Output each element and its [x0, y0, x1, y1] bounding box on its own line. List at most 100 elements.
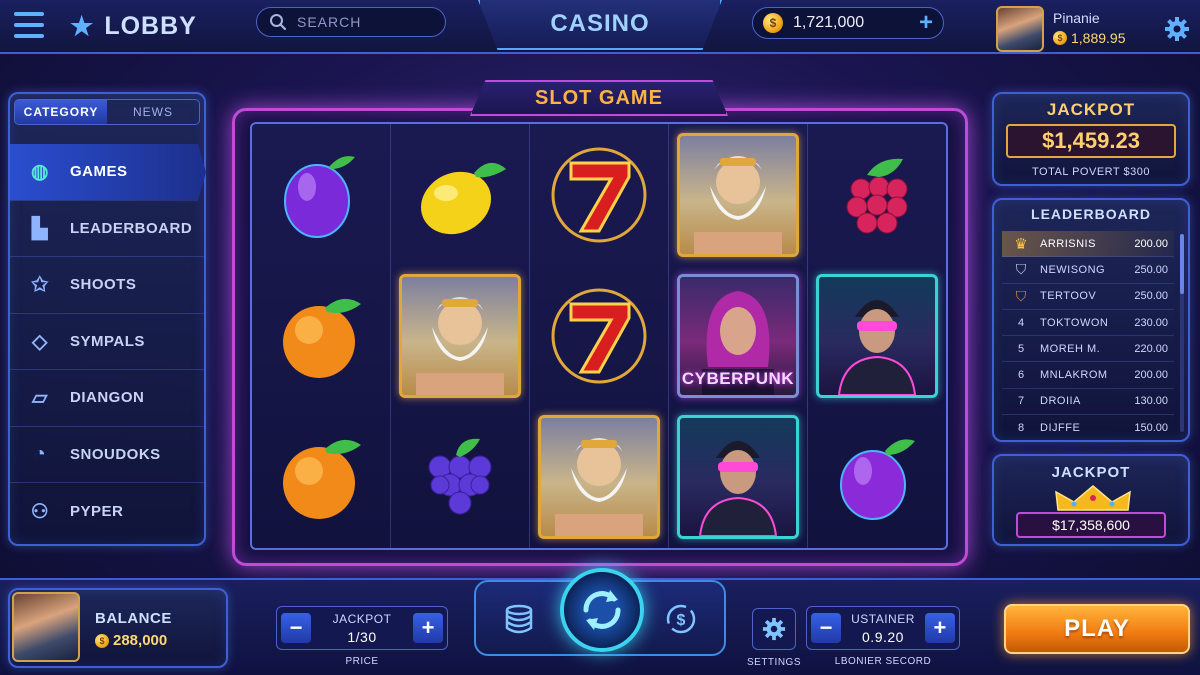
peach-icon: [283, 298, 361, 378]
cards-icon: ▱: [32, 387, 48, 410]
decrease-button[interactable]: −: [811, 613, 841, 643]
coin-stack-icon: [505, 604, 533, 634]
jackpot-stepper-group: − JACKPOT 1/30 + PRICE: [276, 606, 448, 667]
player-score: 230.00: [1134, 316, 1168, 329]
lobby-button[interactable]: ★ LOBBY: [70, 10, 197, 42]
balance-value: 288,000: [113, 632, 168, 649]
sidebar-item-snoudoks[interactable]: ◔ SNOUDOKS: [10, 427, 206, 483]
leaderboard-panel: LEADERBOARD ♛ ARRISNIS 200.00 ⛉ NEWISONG 250…: [992, 198, 1190, 442]
reel-cell: [252, 265, 390, 406]
stepper-label: USTAINER: [851, 611, 915, 626]
stepper-label: JACKPOT: [332, 611, 392, 626]
player-score: 250.00: [1134, 290, 1168, 303]
player-name: DIJFFE: [1040, 422, 1081, 435]
sidebar-item-label: SNOUDOKS: [70, 445, 161, 463]
player-rank: 8: [1017, 422, 1025, 435]
dollar-refresh-icon: $: [666, 604, 696, 634]
player-score: 130.00: [1134, 395, 1168, 408]
sidebar-item-shoots[interactable]: ✩ SHOOTS: [10, 257, 206, 314]
coin-amount: 1,721,000: [793, 14, 865, 31]
coin-icon: $: [1053, 31, 1067, 45]
lemon-icon: [420, 162, 506, 234]
cyberpunk-man-symbol: [816, 273, 938, 398]
leaderboard-row[interactable]: ⛉ TERTOOV 250.00: [1002, 284, 1174, 310]
player-score: 250.00: [1134, 263, 1168, 276]
tab-news[interactable]: NEWS: [107, 100, 199, 124]
leaderboard-row[interactable]: 6 MNLAKROM 200.00: [1002, 362, 1174, 389]
leaderboard-list: ♛ ARRISNIS 200.00 ⛉ NEWISONG 250.00 ⛉ TERTOOV…: [1002, 231, 1174, 441]
decrease-button[interactable]: −: [281, 613, 311, 643]
player-rank: 4: [1017, 316, 1025, 329]
leaderboard-row[interactable]: ♛ ARRISNIS 200.00: [1002, 231, 1174, 258]
leaderboard-row[interactable]: 8 DIJFFE 150.00: [1002, 415, 1174, 441]
sidebar-item-pyper[interactable]: ⚇ PYPER: [10, 483, 206, 540]
leaderboard-scrollbar[interactable]: [1180, 234, 1184, 432]
peach-icon: [283, 440, 361, 520]
leaderboard-title: LEADERBOARD: [1031, 206, 1151, 222]
settings-button[interactable]: [752, 608, 796, 650]
tab-category[interactable]: CATEGORY: [15, 100, 107, 124]
reel-3: [530, 124, 669, 548]
avatar[interactable]: [12, 592, 80, 662]
gear-icon: [762, 617, 786, 641]
search-icon: [270, 14, 287, 31]
jackpot-stepper-value: JACKPOT 1/30: [333, 612, 392, 645]
player-score: 150.00: [1134, 422, 1168, 435]
reel-1: [252, 124, 391, 548]
spin-button[interactable]: [560, 568, 644, 652]
bet-stepper-value: USTAINER 0.9.20: [851, 612, 915, 645]
increase-button[interactable]: +: [924, 613, 955, 643]
jackpot-panel: JACKPOT $1,459.23 TOTAL POVERT $300: [992, 92, 1190, 186]
scrollbar-thumb[interactable]: [1180, 234, 1184, 294]
star-icon: ★: [70, 10, 95, 41]
sidebar-item-label: SHOOTS: [70, 276, 137, 294]
player-avatar[interactable]: [996, 6, 1044, 52]
add-coins-button[interactable]: +: [919, 9, 933, 37]
search-input[interactable]: [297, 14, 427, 30]
podium-icon: ▙: [32, 217, 48, 240]
sidebar-item-diangon[interactable]: ▱ DIANGON: [10, 370, 206, 427]
crown-icon: ♛: [1014, 235, 1028, 253]
gear-icon[interactable]: [1164, 16, 1190, 42]
balance-label: BALANCE: [95, 610, 172, 627]
leaderboard-row[interactable]: 7 DROIIA 130.00: [1002, 389, 1174, 416]
reel-cell: [808, 407, 946, 548]
leaderboard-row[interactable]: ⛉ NEWISONG 250.00: [1002, 257, 1174, 284]
coin-balance: $ 1,721,000 +: [752, 7, 944, 39]
cyberpunk-label: CYBERPUNK: [681, 368, 795, 388]
player-balance-value: 1,889.95: [1071, 30, 1126, 46]
player-name: NEWISONG: [1040, 263, 1106, 276]
sidebar-tabs: CATEGORY NEWS: [14, 99, 200, 125]
player-name: DROIIA: [1040, 395, 1081, 408]
mega-jackpot-value: $17,358,600: [1016, 512, 1166, 538]
reel-cell: [808, 124, 946, 265]
leaderboard-row[interactable]: 4 TOKTOWON 230.00: [1002, 310, 1174, 337]
reel-cell: [530, 265, 668, 406]
player-name: TOKTOWON: [1040, 316, 1109, 329]
reel-cell: [808, 265, 946, 406]
increase-button[interactable]: +: [413, 613, 443, 643]
jackpot-subtitle: TOTAL POVERT $300: [1032, 166, 1150, 178]
jackpot-value: $1,459.23: [1006, 124, 1176, 158]
play-button[interactable]: PLAY: [1004, 604, 1190, 654]
plum-icon: [284, 155, 355, 238]
sidebar-item-sympals[interactable]: ◇ SYMPALS: [10, 314, 206, 370]
reel-cell: [530, 407, 668, 548]
zeus-symbol: [538, 415, 660, 540]
diamond-icon: ◇: [32, 330, 48, 353]
zeus-symbol: [677, 132, 799, 257]
leaderboard-row[interactable]: 5 MOREH M. 220.00: [1002, 336, 1174, 363]
sidebar-item-label: SYMPALS: [70, 332, 145, 350]
auto-spin-button[interactable]: $: [656, 594, 706, 644]
sidebar-item-games[interactable]: ◍ GAMES: [10, 144, 206, 201]
reel-cell: [669, 407, 807, 548]
sidebar-item-leaderboard[interactable]: ▙ LEADERBOARD: [10, 201, 206, 257]
mega-jackpot-panel: JACKPOT $17,358,600: [992, 454, 1190, 546]
player-name: TERTOOV: [1040, 290, 1097, 303]
player-name: MOREH M.: [1040, 342, 1101, 355]
stepper-caption: LBONIER SECORD: [834, 656, 932, 667]
menu-icon[interactable]: [14, 12, 44, 38]
coin-stack-button[interactable]: [494, 594, 544, 644]
reel-cell: [252, 407, 390, 548]
search-box[interactable]: [256, 7, 446, 37]
